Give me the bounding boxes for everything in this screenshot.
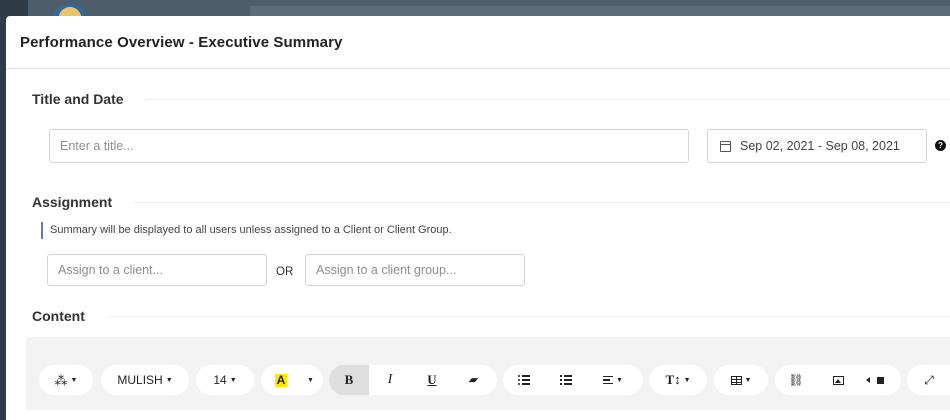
insert-video-button[interactable] [859, 365, 901, 395]
font-family-dropdown[interactable]: MULISH ▼ [101, 365, 189, 395]
section-divider [106, 315, 950, 317]
section-divider [145, 98, 950, 100]
toolbar-group-style: ⁂ ▼ [39, 365, 93, 395]
toolbar-group-size: 14 ▼ [196, 365, 254, 395]
section-divider [134, 201, 950, 203]
table-icon [730, 375, 742, 385]
font-size-dropdown[interactable]: 14 ▼ [196, 365, 254, 395]
italic-button[interactable]: I [369, 365, 411, 395]
section-heading-label: Title and Date [32, 91, 124, 107]
toolbar-group-paragraph: ▼ [503, 365, 643, 395]
chevron-down-icon: ▼ [683, 376, 691, 384]
toolbar-group-table: ▼ [714, 365, 768, 395]
underline-button[interactable]: U [411, 365, 453, 395]
modal-header: Performance Overview - Executive Summary [6, 16, 950, 69]
assignment-note: Summary will be displayed to all users u… [41, 222, 452, 239]
table-dropdown[interactable]: ▼ [714, 365, 768, 395]
ordered-list-button[interactable] [545, 365, 587, 395]
background-bar [250, 6, 950, 16]
chevron-down-icon: ▼ [307, 376, 314, 384]
client-input[interactable] [47, 254, 267, 286]
font-family-value: MULISH [117, 373, 163, 387]
line-height-dropdown[interactable]: T↕ ▼ [649, 365, 707, 395]
insert-picture-button[interactable] [817, 365, 859, 395]
style-dropdown-button[interactable]: ⁂ ▼ [39, 365, 93, 395]
chevron-down-icon: ▼ [70, 376, 78, 384]
date-range-value: Sep 02, 2021 - Sep 08, 2021 [740, 139, 900, 153]
eraser-icon: ▰ [467, 373, 479, 386]
highlight-color-button[interactable]: A [261, 365, 301, 395]
clear-format-button[interactable]: ▰ [453, 365, 493, 395]
toolbar-group-height: T↕ ▼ [649, 365, 707, 395]
numbered-list-icon [560, 375, 572, 385]
highlight-color-dropdown[interactable]: ▼ [301, 365, 317, 395]
chevron-down-icon: ▼ [616, 376, 623, 384]
font-size-value: 14 [213, 373, 227, 387]
title-and-date-heading: Title and Date [32, 91, 950, 107]
date-range-picker[interactable]: Sep 02, 2021 - Sep 08, 2021 [707, 129, 927, 163]
modal-title: Performance Overview - Executive Summary [20, 33, 343, 51]
bold-button[interactable]: B [329, 365, 369, 395]
video-icon [866, 376, 884, 384]
paragraph-align-dropdown[interactable]: ▼ [587, 365, 639, 395]
expand-icon: ⤢ [924, 373, 934, 387]
toolbar-group-font: MULISH ▼ [101, 365, 189, 395]
insert-link-button[interactable]: ⛓ [775, 365, 817, 395]
fullscreen-button[interactable]: ⤢ [907, 365, 950, 395]
executive-summary-modal: Performance Overview - Executive Summary… [6, 16, 950, 420]
chevron-down-icon: ▼ [165, 376, 173, 384]
highlight-icon: A [274, 372, 288, 387]
section-heading-label: Content [32, 308, 85, 324]
toolbar-group-insert: ⛓ [775, 365, 901, 395]
unordered-list-button[interactable] [503, 365, 545, 395]
image-icon [832, 375, 844, 385]
help-icon[interactable]: ? [935, 140, 946, 151]
chevron-down-icon: ▼ [744, 376, 752, 384]
text-height-icon: T↕ [665, 372, 681, 387]
magic-wand-icon: ⁂ [54, 372, 68, 388]
section-heading-label: Assignment [32, 194, 113, 210]
toolbar-group-format: B I U ▰ [329, 365, 497, 395]
title-input[interactable] [49, 129, 689, 163]
chevron-down-icon: ▼ [229, 376, 237, 384]
content-heading: Content [32, 308, 950, 324]
toolbar-group-color: A ▼ [261, 365, 323, 395]
toolbar-group-view: ⤢ [907, 365, 950, 395]
calendar-icon [720, 140, 731, 152]
bullet-list-icon [518, 375, 530, 385]
client-group-input[interactable] [305, 254, 525, 286]
or-label: OR [276, 266, 294, 278]
align-left-icon [603, 375, 614, 385]
assignment-heading: Assignment [32, 194, 950, 210]
link-icon: ⛓ [788, 373, 804, 387]
